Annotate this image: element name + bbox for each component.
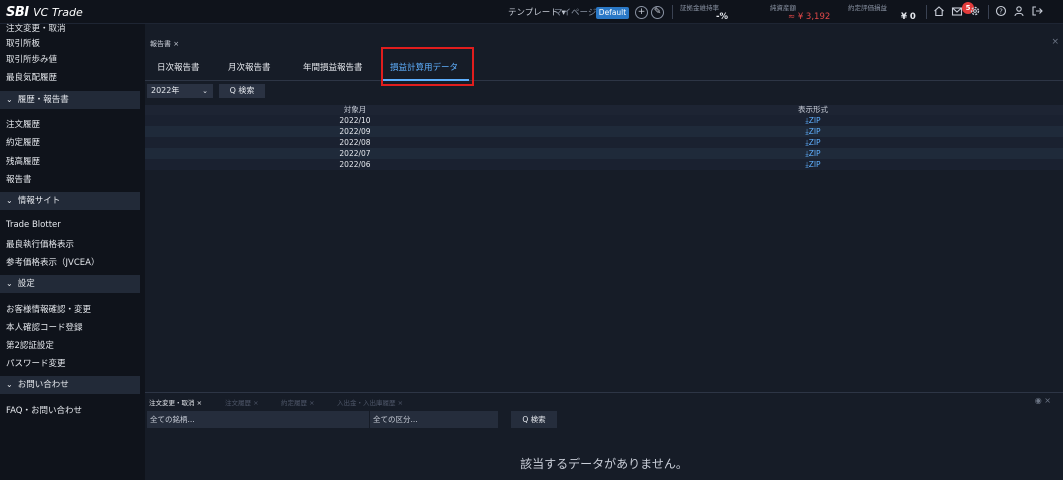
sidebar-item-balance-history[interactable]: 残高履歴 [6,155,40,167]
zip-download-link[interactable]: ⤓ZIP [763,115,863,126]
cell-month: 2022/08 [339,138,371,147]
logout-icon[interactable] [1030,5,1044,19]
header-target-month: 対象月 [343,105,367,114]
sidebar-section-settings[interactable]: ⌄ 設定 [0,275,140,293]
sidebar-item-reports[interactable]: 報告書 [6,173,32,185]
net-assets-value: ≈ ¥ 3,192 [788,12,831,22]
sidebar-item-best-quote-history[interactable]: 最良気配履歴 [6,71,57,83]
sidebar-section-label: 履歴・報告書 [17,95,69,105]
divider [672,5,673,19]
add-page-icon[interactable]: + [635,6,648,19]
margin-rate-label: 証拠金維持率 [680,4,719,12]
sidebar: 注文変更・取消 取引所板 取引所歩み値 最良気配履歴 ⌄ 履歴・報告書 注文履歴 … [0,24,145,480]
table-row: 2022/09 ⤓ZIP [145,126,1063,137]
tab-order-change[interactable]: 注文変更・取消 × [149,397,202,407]
bottom-search-button[interactable]: Q 検索 [511,411,557,428]
sidebar-item-execution-history[interactable]: 約定履歴 [6,136,40,148]
header-format: 表示形式 [798,105,828,114]
sidebar-item-password[interactable]: パスワード変更 [6,357,66,369]
home-icon[interactable] [932,5,946,19]
zip-download-link[interactable]: ⤓ZIP [763,159,863,170]
cell-month: 2022/07 [339,149,371,158]
gear-icon[interactable] [968,5,982,19]
tab-order-history[interactable]: 注文履歴 × [225,397,259,407]
zip-download-link[interactable]: ⤓ZIP [763,148,863,159]
chevron-down-icon: ⌄ [6,380,13,389]
sidebar-item-order-change[interactable]: 注文変更・取消 [6,22,66,34]
valuation-pl-label: 約定評価損益 [848,4,887,12]
sidebar-section-history[interactable]: ⌄ 履歴・報告書 [0,91,140,109]
sidebar-item-identity-code[interactable]: 本人確認コード登録 [6,321,83,333]
sidebar-item-order-history[interactable]: 注文履歴 [6,118,40,130]
tab-daily-report[interactable]: 日次報告書 [157,61,200,73]
close-icon[interactable]: × [1051,37,1059,47]
no-data-message: 該当するデータがありません。 [520,457,688,471]
chevron-down-icon: ⌄ [202,87,208,95]
sidebar-item-faq[interactable]: FAQ・お問い合わせ [6,404,82,416]
tab-reports[interactable]: 報告書 × [147,37,179,51]
margin-rate-value: -% [716,12,729,22]
sidebar-item-2fa[interactable]: 第2認証設定 [6,339,54,351]
table-row: 2022/06 ⤓ZIP [145,159,1063,170]
zip-download-link[interactable]: ⤓ZIP [763,126,863,137]
cell-month: 2022/09 [339,127,371,136]
help-icon[interactable]: ? [994,5,1008,19]
chevron-down-icon: ⌄ [6,279,13,288]
year-select-value: 2022年 [151,86,180,95]
edit-page-icon[interactable]: ✎ [651,6,664,19]
table-header: 対象月 表示形式 [145,105,1063,115]
zip-download-link[interactable]: ⤓ZIP [763,137,863,148]
search-button[interactable]: Q 検索 [219,84,265,98]
sidebar-item-orderbook[interactable]: 取引所板 [6,37,40,49]
sidebar-item-reference-price[interactable]: 参考価格表示（JVCEA） [6,256,99,268]
sidebar-item-best-execution[interactable]: 最良執行価格表示 [6,238,74,250]
visibility-icon[interactable]: ◉ × [1035,396,1051,405]
sidebar-item-trades[interactable]: 取引所歩み値 [6,53,57,65]
sidebar-item-trade-blotter[interactable]: Trade Blotter [6,220,61,230]
tab-monthly-report[interactable]: 月次報告書 [228,61,271,73]
tab-annual-pl-report[interactable]: 年間損益報告書 [303,61,363,73]
sidebar-section-info[interactable]: ⌄ 情報サイト [0,192,140,210]
chevron-down-icon: ⌄ [6,95,13,104]
divider [988,5,989,19]
table-row: 2022/07 ⤓ZIP [145,148,1063,159]
main-panel: 報告書 × × 日次報告書 月次報告書 年間損益報告書 損益計算用データ 202… [145,24,1063,480]
net-assets-label: 純資産額 [770,4,796,12]
logo[interactable]: SBI VC Trade [6,5,83,20]
chevron-down-icon: ⌄ [6,196,13,205]
sidebar-section-contact[interactable]: ⌄ お問い合わせ [0,376,140,394]
cell-month: 2022/10 [339,116,371,125]
sidebar-section-label: お問い合わせ [17,380,69,390]
tab-execution-history[interactable]: 約定履歴 × [281,397,315,407]
user-icon[interactable] [1012,5,1026,19]
table-row: 2022/10 ⤓ZIP [145,115,1063,126]
sidebar-section-label: 設定 [17,279,35,289]
tab-divider [145,80,1063,81]
tab-deposit-history[interactable]: 入出金・入出庫履歴 × [337,397,403,407]
top-header: SBI VC Trade テンプレート ▾ マイページ: Default + ✎… [0,0,1063,24]
logo-sbi: SBI [6,5,29,20]
table-row: 2022/08 ⤓ZIP [145,137,1063,148]
report-table: 対象月 表示形式 2022/10 ⤓ZIP 2022/09 ⤓ZIP 2022/… [145,105,1063,170]
bottom-panel: 注文変更・取消 × 注文履歴 × 約定履歴 × 入出金・入出庫履歴 × ◉ × … [145,392,1063,480]
category-filter[interactable]: 全ての区分... [370,411,498,428]
highlight-box [381,47,474,86]
cell-month: 2022/06 [339,160,371,169]
sidebar-section-label: 情報サイト [17,196,61,206]
sidebar-item-customer-info[interactable]: お客様情報確認・変更 [6,303,91,315]
divider [926,5,927,19]
default-page-badge[interactable]: Default [596,7,629,19]
svg-text:?: ? [999,8,1003,16]
mypage-label: マイページ: [554,8,600,18]
brand-filter[interactable]: 全ての銘柄... [147,411,369,428]
valuation-pl-value: ¥ 0 [901,12,916,22]
logo-vc-trade: VC Trade [33,6,83,19]
year-select[interactable]: 2022年 ⌄ [147,84,213,98]
